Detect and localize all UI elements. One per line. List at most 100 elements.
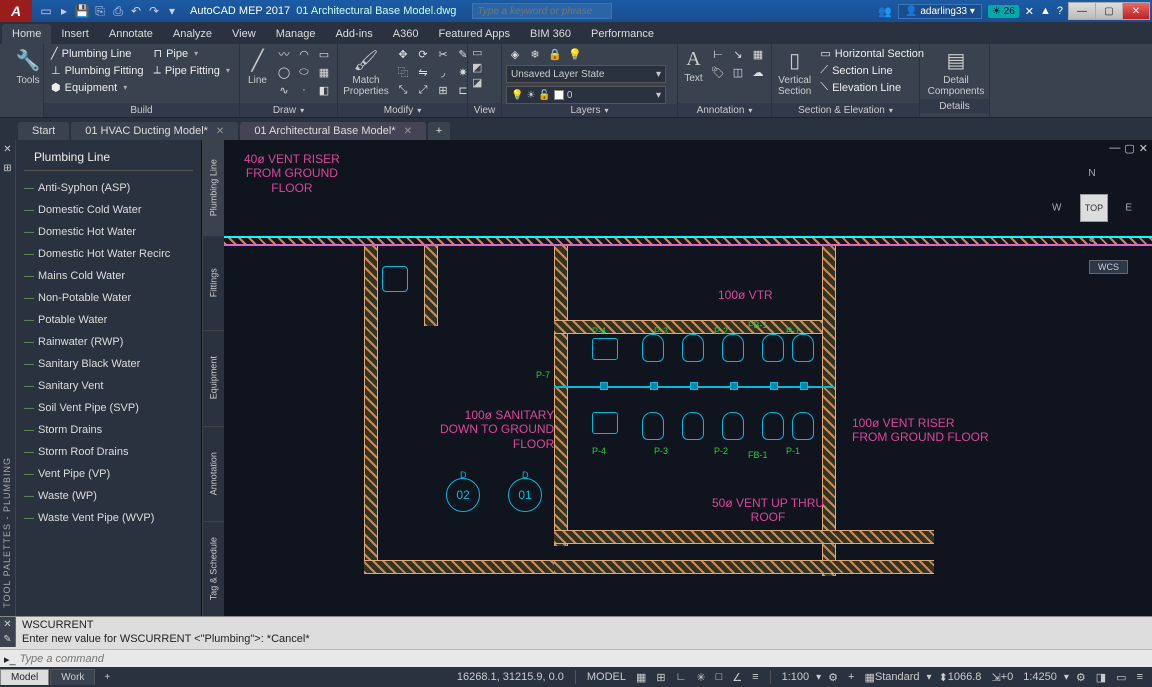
palette-close-icon[interactable]: ✕ [0, 140, 15, 159]
help-search-input[interactable] [472, 3, 612, 19]
table-icon[interactable]: ▦ [749, 46, 767, 62]
palette-item[interactable]: Rainwater (RWP) [16, 331, 201, 353]
tab-analyze[interactable]: Analyze [163, 24, 222, 44]
osnap-icon[interactable]: □ [713, 671, 726, 683]
match-props-button[interactable]: 🖌Match Properties [342, 46, 390, 99]
polyline-icon[interactable]: 〰 [275, 46, 293, 62]
tab-manage[interactable]: Manage [266, 24, 326, 44]
tab-a360[interactable]: A360 [383, 24, 429, 44]
stretch-icon[interactable]: ⤡ [394, 82, 412, 98]
a360-icon[interactable]: ▲ [1040, 5, 1051, 17]
layer-freeze-icon[interactable]: ❄ [526, 46, 544, 62]
qat-save-icon[interactable]: 💾 [74, 3, 90, 19]
polar-icon[interactable]: ✳ [693, 671, 708, 684]
scale1-readout[interactable]: 1:100 [779, 671, 813, 683]
tab-performance[interactable]: Performance [581, 24, 664, 44]
vtab-tag-schedule[interactable]: Tag & Schedule [202, 521, 224, 616]
layer-lock-icon[interactable]: 🔒 [546, 46, 564, 62]
command-line[interactable]: ▸_ [0, 649, 1152, 669]
palette-item[interactable]: Storm Drains [16, 419, 201, 441]
rect-icon[interactable]: ▭ [315, 46, 333, 62]
close-button[interactable]: ✕ [1122, 2, 1150, 20]
palette-handle[interactable]: ✕ ⊞ TOOL PALETTES - PLUMBING [0, 140, 16, 616]
canvas-max-icon[interactable]: ▢ [1124, 142, 1134, 155]
tab-annotate[interactable]: Annotate [99, 24, 163, 44]
mirror-icon[interactable]: ⇋ [414, 64, 432, 80]
detail-comp-button[interactable]: ▤Detail Components [924, 46, 988, 99]
tab-home[interactable]: Home [2, 24, 51, 44]
tab-featured[interactable]: Featured Apps [428, 24, 520, 44]
line-button[interactable]: ╱Line [244, 46, 271, 88]
palette-item[interactable]: Soil Vent Pipe (SVP) [16, 397, 201, 419]
current-layer-dropdown[interactable]: 💡☀🔓0▾ [506, 86, 666, 104]
palette-item[interactable]: Potable Water [16, 309, 201, 331]
hatch-icon[interactable]: ▦ [315, 64, 333, 80]
qat-undo-icon[interactable]: ↶ [128, 3, 144, 19]
filetab-start[interactable]: Start [18, 122, 69, 140]
user-chip[interactable]: 👤 adarling33 ▾ [898, 4, 982, 19]
modeltab-model[interactable]: Model [0, 669, 49, 685]
equipment-button[interactable]: ⬢ Equipment▾ [48, 80, 146, 95]
plumbing-fitting-button[interactable]: ⊥ Plumbing Fitting [48, 63, 146, 78]
qat-more-icon[interactable]: ▾ [164, 3, 180, 19]
spline-icon[interactable]: ∿ [275, 82, 293, 98]
qat-new-icon[interactable]: ▭ [38, 3, 54, 19]
view-icon3[interactable]: ◪ [472, 76, 482, 89]
palette-item[interactable]: Domestic Cold Water [16, 199, 201, 221]
exchange-icon[interactable]: ✕ [1025, 5, 1034, 18]
pipe-fitting-button[interactable]: ⟂ Pipe Fitting▾ [150, 63, 232, 78]
tab-addins[interactable]: Add-ins [325, 24, 382, 44]
palette-item[interactable]: Storm Roof Drains [16, 441, 201, 463]
custom-icon[interactable]: ≡ [1134, 671, 1146, 683]
tab-view[interactable]: View [222, 24, 266, 44]
canvas-min-icon[interactable]: — [1109, 142, 1120, 155]
modeltab-work[interactable]: Work [50, 669, 95, 685]
weather-badge[interactable]: ☀ 26 [988, 5, 1019, 18]
view-icon1[interactable]: ▭ [472, 46, 482, 59]
help-icon[interactable]: ? [1057, 5, 1063, 17]
minimize-button[interactable]: — [1068, 2, 1096, 20]
palette-item[interactable]: Sanitary Vent [16, 375, 201, 397]
elevline-button[interactable]: ⟍ Elevation Line [817, 80, 927, 95]
palette-props-icon[interactable]: ⊞ [0, 159, 15, 178]
signin-icon[interactable]: 👥 [878, 5, 892, 18]
filetab-hvac[interactable]: 01 HVAC Ducting Model*✕ [71, 122, 238, 140]
scale2-readout[interactable]: 1:4250 [1020, 671, 1060, 683]
elev-readout[interactable]: ⬍ 1066.8 [936, 671, 985, 684]
qat-saveas-icon[interactable]: ⎘ [92, 3, 108, 19]
palette-item[interactable]: Domestic Hot Water [16, 221, 201, 243]
close-icon[interactable]: ✕ [404, 126, 412, 137]
tab-insert[interactable]: Insert [51, 24, 99, 44]
rotate-icon[interactable]: ⟳ [414, 46, 432, 62]
plumbing-line-button[interactable]: ╱ Plumbing Line [48, 46, 146, 61]
wipe-icon[interactable]: ◫ [729, 64, 747, 80]
arc-icon[interactable]: ◠ [295, 46, 313, 62]
scale-icon[interactable]: ⤢ [414, 82, 432, 98]
wcs-badge[interactable]: WCS [1089, 260, 1128, 274]
ellipse-icon[interactable]: ⬭ [295, 64, 313, 80]
space-badge[interactable]: MODEL [584, 671, 629, 683]
copy-icon[interactable]: ⿻ [394, 64, 412, 80]
text-button[interactable]: AText [682, 46, 705, 86]
leader-icon[interactable]: ↘ [729, 46, 747, 62]
dynucs-icon[interactable]: ∠ [729, 671, 745, 684]
app-logo[interactable]: A [0, 0, 32, 22]
palette-item[interactable]: Vent Pipe (VP) [16, 463, 201, 485]
pipe-button[interactable]: ⊓ Pipe▾ [150, 46, 232, 61]
vsection-button[interactable]: ▯Vertical Section [776, 46, 813, 99]
circle-icon[interactable]: ◯ [275, 64, 293, 80]
palette-item[interactable]: Waste (WP) [16, 485, 201, 507]
cmd-opts-icon[interactable]: ✎ [0, 632, 15, 647]
palette-item[interactable]: Non-Potable Water [16, 287, 201, 309]
region-icon[interactable]: ◧ [315, 82, 333, 98]
ortho-icon[interactable]: ∟ [673, 671, 690, 683]
vtab-equipment[interactable]: Equipment [202, 330, 224, 425]
tag-icon[interactable]: 🏷 [709, 64, 727, 80]
vtab-fittings[interactable]: Fittings [202, 235, 224, 330]
palette-item[interactable]: Waste Vent Pipe (WVP) [16, 507, 201, 529]
qat-redo-icon[interactable]: ↷ [146, 3, 162, 19]
command-input[interactable] [20, 653, 1148, 665]
lw-icon[interactable]: ≡ [749, 671, 761, 683]
dim-icon[interactable]: ⊢ [709, 46, 727, 62]
view-icon2[interactable]: ◩ [472, 61, 482, 74]
